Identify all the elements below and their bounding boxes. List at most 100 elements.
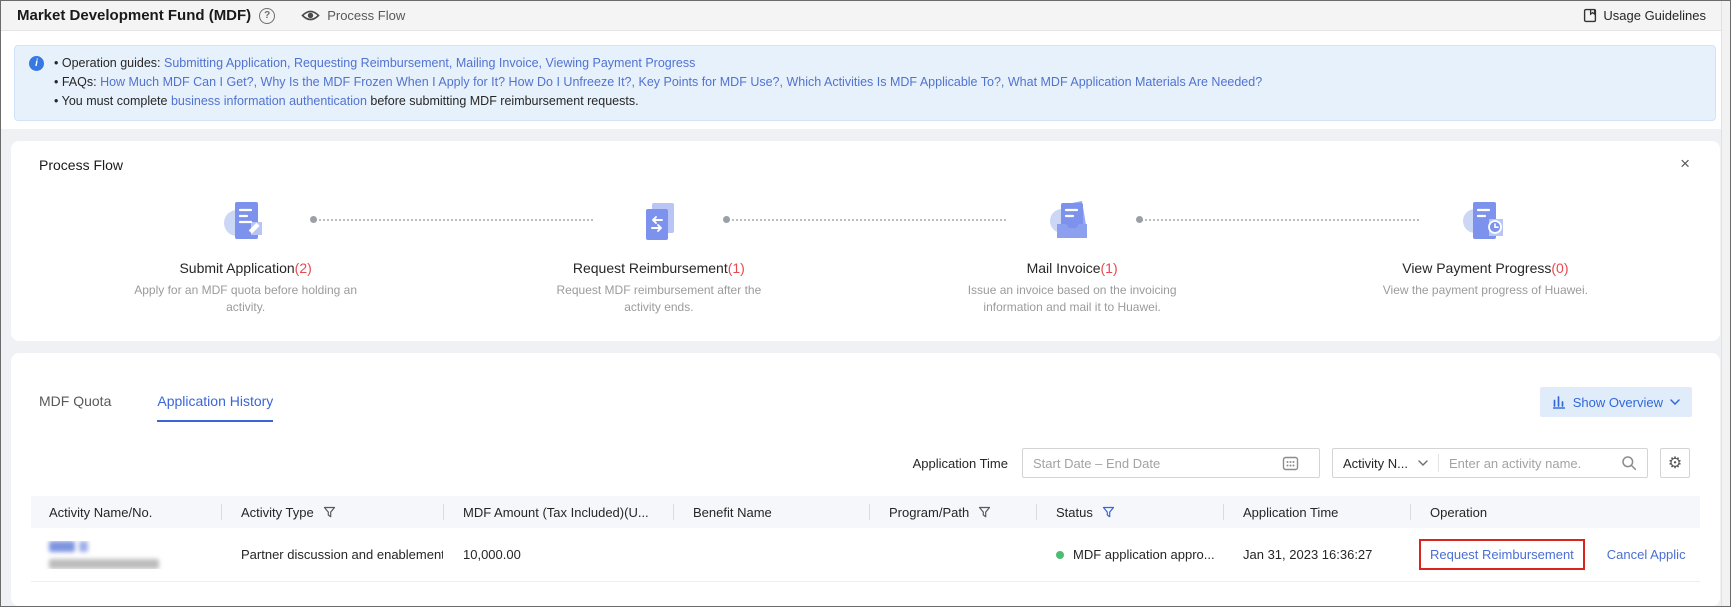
step-label: Mail Invoice(1): [866, 260, 1279, 276]
step-count: (1): [1101, 260, 1118, 276]
link-viewing-payment-progress[interactable]: Viewing Payment Progress: [546, 56, 696, 70]
bar-chart-icon: [1552, 395, 1566, 409]
cell-activity-type: Partner discussion and enablement: [221, 547, 443, 562]
redacted-text: [79, 541, 88, 552]
usage-guidelines-link[interactable]: Usage Guidelines: [1583, 8, 1706, 23]
application-time-label: Application Time: [913, 456, 1008, 471]
step-label: View Payment Progress(0): [1279, 260, 1692, 276]
process-flow-toggle-label: Process Flow: [327, 8, 405, 23]
column-status: Status: [1036, 496, 1223, 528]
show-overview-button[interactable]: Show Overview: [1540, 387, 1692, 417]
step-description: Issue an invoice based on the invoicing …: [956, 282, 1188, 316]
filter-funnel-icon[interactable]: [323, 506, 336, 519]
banner-line-operation-guides: • Operation guides: Submitting Applicati…: [54, 54, 1262, 73]
step-submit-application: Submit Application(2) Apply for an MDF q…: [39, 197, 452, 316]
link-faq-how-much[interactable]: How Much MDF Can I Get?,: [100, 75, 257, 89]
column-operation: Operation: [1410, 496, 1686, 528]
document-pencil-icon: [222, 197, 270, 245]
step-count: (2): [295, 260, 312, 276]
step-request-reimbursement: Request Reimbursement(1) Request MDF rei…: [452, 197, 865, 316]
redacted-text: [49, 541, 75, 552]
date-range-input[interactable]: [1033, 456, 1276, 471]
request-reimbursement-link[interactable]: Request Reimbursement: [1430, 547, 1574, 562]
link-faq-materials[interactable]: What MDF Application Materials Are Neede…: [1008, 75, 1262, 89]
usage-guidelines-label: Usage Guidelines: [1603, 8, 1706, 23]
column-activity-type: Activity Type: [221, 496, 443, 528]
link-business-info-auth[interactable]: business information authentication: [171, 94, 367, 108]
step-view-payment-progress: View Payment Progress(0) View the paymen…: [1279, 197, 1692, 316]
link-requesting-reimbursement[interactable]: Requesting Reimbursement,: [294, 56, 452, 70]
red-highlight-box: Request Reimbursement: [1419, 539, 1585, 570]
step-description: Apply for an MDF quota before holding an…: [130, 282, 362, 316]
filter-bar: Application Time Activity N... ⚙: [31, 448, 1700, 478]
document-transfer-icon: [635, 197, 683, 245]
step-description: View the payment progress of Huawei.: [1369, 282, 1601, 299]
info-icon: i: [29, 56, 44, 71]
step-count: (0): [1551, 260, 1568, 276]
mdf-console-page: Market Development Fund (MDF) ? Process …: [0, 0, 1731, 607]
application-history-table: Activity Name/No. Activity Type MDF Amou…: [31, 496, 1700, 582]
filter-funnel-icon-active[interactable]: [1102, 506, 1115, 519]
link-faq-frozen[interactable]: Why Is the MDF Frozen When I Apply for I…: [261, 75, 635, 89]
cell-mdf-amount: 10,000.00: [443, 547, 673, 562]
application-panel: MDF Quota Application History Show Overv…: [11, 353, 1720, 606]
help-icon[interactable]: ?: [259, 8, 275, 24]
status-dot-green: [1056, 551, 1064, 559]
tab-application-history[interactable]: Application History: [157, 393, 273, 422]
column-mdf-amount: MDF Amount (Tax Included)(U...: [443, 496, 673, 528]
close-icon[interactable]: ×: [1680, 155, 1690, 172]
step-connector: [312, 219, 593, 221]
table-settings-button[interactable]: ⚙: [1660, 448, 1690, 478]
note-post: before submitting MDF reimbursement requ…: [367, 94, 639, 108]
step-label: Request Reimbursement(1): [452, 260, 865, 276]
step-count: (1): [728, 260, 745, 276]
chevron-down-icon: [1670, 399, 1680, 405]
note-pre: • You must complete: [54, 94, 171, 108]
cell-activity-name-redacted[interactable]: [31, 541, 221, 569]
cell-operation: Request Reimbursement Cancel Application: [1410, 539, 1686, 570]
filter-funnel-icon[interactable]: [978, 506, 991, 519]
tab-mdf-quota[interactable]: MDF Quota: [39, 393, 111, 422]
tab-bar: MDF Quota Application History: [39, 393, 273, 422]
activity-search-box: Activity N...: [1332, 448, 1648, 478]
faqs-label: • FAQs:: [54, 75, 100, 89]
process-flow-panel: Process Flow × Submit Application(2) App…: [11, 141, 1720, 341]
column-application-time: Application Time: [1223, 496, 1410, 528]
redacted-text: [49, 559, 159, 569]
banner-line-note: • You must complete business information…: [54, 92, 1262, 111]
column-program-path: Program/Path: [869, 496, 1036, 528]
step-label: Submit Application(2): [39, 260, 452, 276]
table-header-row: Activity Name/No. Activity Type MDF Amou…: [31, 496, 1700, 528]
link-mailing-invoice[interactable]: Mailing Invoice,: [456, 56, 542, 70]
process-flow-toggle[interactable]: Process Flow: [301, 8, 405, 23]
date-range-picker[interactable]: [1022, 448, 1320, 478]
activity-name-input[interactable]: [1439, 456, 1615, 471]
column-activity-name: Activity Name/No.: [31, 496, 221, 528]
process-flow-title: Process Flow: [39, 157, 1692, 173]
banner-section: i • Operation guides: Submitting Applica…: [1, 31, 1730, 129]
process-steps: Submit Application(2) Apply for an MDF q…: [39, 197, 1692, 316]
search-icon[interactable]: [1621, 455, 1637, 471]
calendar-icon[interactable]: [1282, 455, 1299, 471]
eye-icon: [301, 9, 320, 22]
link-faq-applicable[interactable]: Which Activities Is MDF Applicable To?,: [786, 75, 1004, 89]
column-benefit-name: Benefit Name: [673, 496, 869, 528]
guide-book-icon: [1583, 8, 1597, 23]
banner-line-faqs: • FAQs: How Much MDF Can I Get?, Why Is …: [54, 73, 1262, 92]
link-faq-key-points[interactable]: Key Points for MDF Use?,: [638, 75, 783, 89]
status-text: MDF application appro...: [1073, 547, 1215, 562]
gear-icon: ⚙: [1668, 453, 1682, 473]
info-banner: i • Operation guides: Submitting Applica…: [14, 45, 1716, 121]
step-connector: [1138, 219, 1419, 221]
page-title: Market Development Fund (MDF): [17, 7, 251, 24]
cancel-application-link[interactable]: Cancel Application: [1607, 547, 1686, 562]
document-clock-icon: [1461, 197, 1509, 245]
step-mail-invoice: Mail Invoice(1) Issue an invoice based o…: [866, 197, 1279, 316]
step-description: Request MDF reimbursement after the acti…: [543, 282, 775, 316]
search-category-dropdown[interactable]: Activity N...: [1333, 449, 1438, 477]
cell-application-time: Jan 31, 2023 16:36:27: [1223, 547, 1410, 562]
link-submitting-application[interactable]: Submitting Application,: [164, 56, 290, 70]
scrollbar[interactable]: [1721, 1, 1730, 606]
chevron-down-icon: [1418, 460, 1428, 466]
show-overview-label: Show Overview: [1573, 395, 1663, 410]
